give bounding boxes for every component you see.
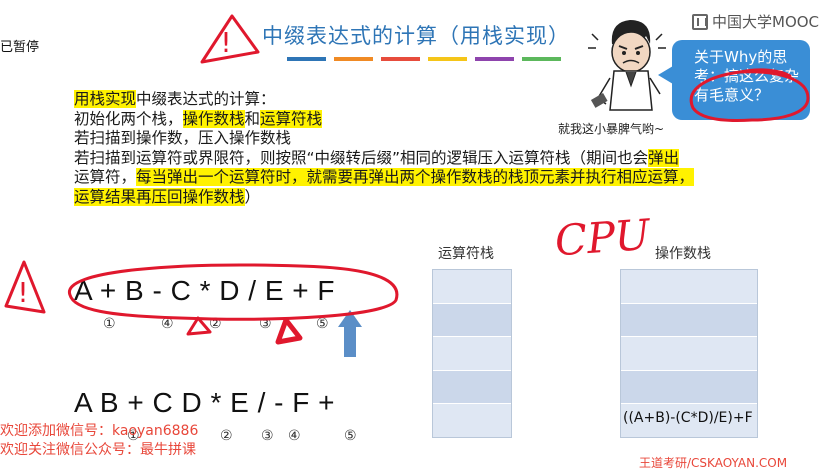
highlighted-text: 操作数栈: [182, 109, 245, 128]
desc-line: 若扫描到运算符或界限符，则按照“中缀转后缀”相同的逻辑压入运算符栈（期间也会弹出: [74, 148, 789, 169]
speech-bubble-tail: [658, 66, 673, 84]
scan-pointer-arrow-icon: [338, 310, 362, 327]
postfix-marker: ③: [261, 428, 274, 444]
desc-line: 运算结果再压回操作数栈）: [74, 187, 789, 208]
stack-slot: [621, 337, 757, 371]
desc-text: 若扫描到操作数，压入操作数栈: [74, 129, 292, 148]
infix-marker: ②: [209, 316, 222, 332]
highlighted-text: 用栈实现: [74, 90, 137, 108]
stack-slot: [621, 270, 757, 304]
postfix-marker: ⑤: [344, 428, 357, 444]
operator-stack-label: 运算符栈: [438, 246, 494, 262]
exclamation-mark: !: [220, 26, 231, 59]
small-triangle-icon: [275, 317, 303, 345]
exclamation-triangle-icon: [200, 14, 260, 64]
mooc-logo-icon: [692, 13, 708, 30]
small-triangle-icon: [186, 316, 212, 336]
infix-marker: ④: [161, 316, 174, 332]
desc-line: 初始化两个栈，操作数栈和运算符栈: [74, 109, 789, 130]
highlighted-text: 弹出: [648, 148, 680, 167]
desc-text: 若扫描到运算符或界限符，则按照“中缀转后缀”相同的逻辑压入运算符栈（期间也会: [74, 148, 649, 167]
stack-slot: [433, 270, 511, 304]
slide-title: 中缀表达式的计算（用栈实现）: [262, 24, 570, 48]
cpu-handwritten-note: CPU: [553, 210, 653, 266]
desc-line: 若扫描到操作数，压入操作数栈: [74, 129, 789, 149]
color-bar: [428, 57, 467, 61]
wechat-account-watermark: 欢迎关注微信公众号：最牛拼课: [0, 442, 196, 458]
mooc-brand: 中国大学MOOC: [692, 11, 819, 32]
desc-line: 用栈实现中缀表达式的计算：: [74, 90, 789, 110]
infix-marker: ①: [103, 316, 116, 332]
scan-pointer-arrow-shaft: [344, 326, 356, 357]
color-bar: [522, 57, 561, 61]
highlighted-text: 运算符栈: [260, 109, 323, 128]
mooc-brand-name: 中国大学MOOC: [712, 13, 820, 31]
color-bar: [475, 57, 514, 61]
algorithm-description: 用栈实现中缀表达式的计算： 初始化两个栈，操作数栈和运算符栈 若扫描到操作数，压…: [74, 90, 789, 208]
color-bar: [381, 57, 420, 61]
infix-expression: A + B - C * D / E + F: [74, 275, 336, 306]
operator-stack: [432, 269, 512, 438]
infix-marker: ⑤: [316, 316, 329, 332]
color-bar: [287, 57, 326, 61]
title-color-bars: [287, 57, 561, 61]
operand-stack-top-value: ((A+B)-(C*D)/E)+F: [623, 410, 753, 426]
desc-text: 中缀表达式的计算：: [136, 90, 276, 108]
exclamation-mark: !: [17, 276, 28, 309]
color-bar: [334, 57, 373, 61]
stack-slot: [433, 303, 511, 338]
desc-line: 运算符，每当弹出一个运算符时，就需要再弹出两个操作数栈的栈顶元素并执行相应运算，: [74, 168, 789, 188]
site-url-watermark: 王道考研/CSKAOYAN.COM: [639, 456, 788, 470]
stack-slot: [621, 303, 757, 338]
postfix-marker: ④: [288, 428, 301, 444]
desc-text: 初始化两个栈，: [74, 109, 183, 128]
desc-text: ）: [244, 187, 261, 206]
infix-marker: ③: [259, 316, 272, 332]
desc-text: 和: [244, 109, 261, 128]
highlighted-text: 运算结果再压回操作数栈: [74, 187, 245, 206]
desc-text: 运算符，: [74, 168, 137, 187]
highlighted-text: 每当弹出一个运算符时，就需要再弹出两个操作数栈的栈顶元素并执行相应运算，: [136, 168, 695, 187]
exclamation-triangle-icon: [4, 260, 46, 314]
stack-slot: [433, 370, 511, 405]
operand-stack-label: 操作数栈: [655, 246, 711, 262]
stack-slot: [621, 370, 757, 405]
paused-status-label: 已暂停: [0, 40, 40, 55]
stack-slot: [433, 404, 511, 437]
postfix-expression: A B + C D * E / - F +: [74, 387, 336, 418]
stack-slot: [433, 337, 511, 371]
postfix-marker: ②: [220, 428, 233, 444]
wechat-id-watermark: 欢迎添加微信号：kaoyan6886: [0, 423, 199, 439]
